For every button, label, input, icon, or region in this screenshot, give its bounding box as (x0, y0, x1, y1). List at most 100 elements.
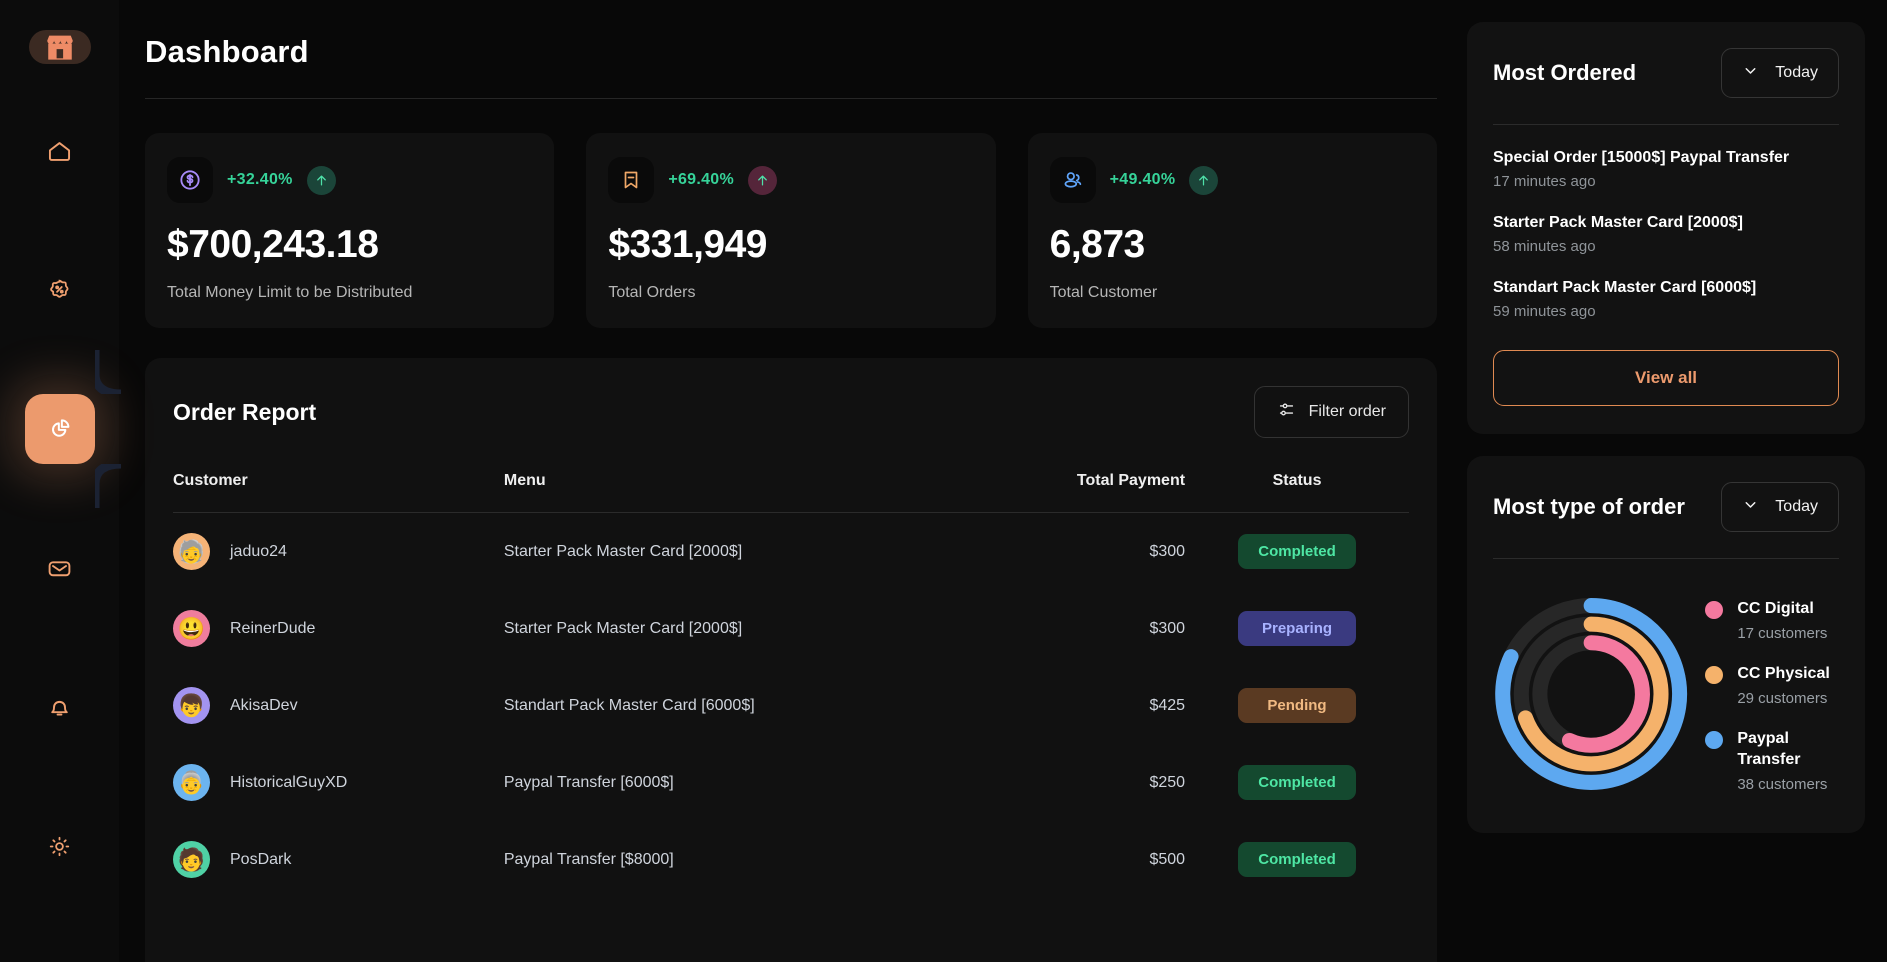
customer-cell: 🧓 jaduo24 (173, 533, 504, 570)
stat-percent: +69.40% (668, 171, 735, 188)
bell-icon (51, 700, 68, 716)
order-table: Customer Menu Total Payment Status 🧓 jad… (173, 464, 1409, 898)
stat-value: 6,873 (1049, 223, 1146, 266)
avatar: 🧑 (173, 841, 210, 878)
home-icon (48, 141, 71, 161)
column-customer: Customer (173, 472, 248, 489)
legend-swatch (1705, 601, 1724, 620)
customer-name: HistoricalGuyXD (230, 773, 348, 791)
status-badge: Pending (1238, 688, 1357, 723)
most-ordered-panel: Most Ordered Today Special Order [15000$… (1467, 22, 1865, 434)
title-divider (145, 98, 1437, 99)
stat-card-money: +32.40% $700,243.18 Total Money Limit to… (145, 133, 555, 328)
stat-card-header: +69.40% (608, 157, 973, 203)
payment-cell: $425 (1149, 696, 1186, 714)
table-row[interactable]: 🧑 PosDark Paypal Transfer [$8000] $500 C… (173, 821, 1409, 898)
order-table-body: 🧓 jaduo24 Starter Pack Master Card [2000… (173, 513, 1409, 899)
most-ordered-period-select[interactable]: Today (1721, 48, 1839, 98)
panel-divider (1493, 558, 1839, 559)
legend-label: CC Physical (1737, 665, 1830, 683)
order-time: 17 minutes ago (1493, 173, 1596, 190)
avatar: 👵 (173, 764, 210, 801)
table-row[interactable]: 😃 ReinerDude Starter Pack Master Card [2… (173, 590, 1409, 667)
status-badge: Completed (1238, 534, 1357, 569)
customer-name: PosDark (230, 850, 292, 868)
main-content: Dashboard +32.40% $700,243.18 Total Mone… (119, 0, 1467, 962)
order-report-header: Order Report Filter order (173, 386, 1409, 438)
customer-name: ReinerDude (230, 619, 316, 637)
sidebar-item-settings[interactable] (25, 811, 95, 881)
most-ordered-item[interactable]: Special Order [15000$] Paypal Transfer 1… (1493, 149, 1839, 190)
trend-up-icon (306, 165, 336, 195)
stat-card-customers: +49.40% 6,873 Total Customer (1027, 133, 1437, 328)
active-notch-top (94, 350, 121, 394)
chevron-down-icon (1742, 496, 1759, 518)
status-badge: Completed (1238, 842, 1357, 877)
legend-item-cc-digital: CC Digital 17 customers (1705, 599, 1839, 642)
most-ordered-item[interactable]: Standart Pack Master Card [6000$] 59 min… (1493, 279, 1839, 320)
most-ordered-header: Most Ordered Today (1493, 48, 1839, 98)
stat-card-header: +32.40% (167, 157, 532, 203)
mail-icon (48, 560, 71, 576)
order-name: Special Order [15000$] Paypal Transfer (1493, 149, 1790, 166)
order-name: Standart Pack Master Card [6000$] (1493, 279, 1757, 296)
order-type-chart-area: CC Digital 17 customers CC Physical 29 c… (1493, 583, 1839, 805)
avatar: 👦 (173, 687, 210, 724)
most-type-period-select[interactable]: Today (1721, 482, 1839, 532)
stat-label: Total Customer (1049, 284, 1158, 301)
most-ordered-item[interactable]: Starter Pack Master Card [2000$] 58 minu… (1493, 214, 1839, 255)
dashboard-app: Dashboard +32.40% $700,243.18 Total Mone… (0, 0, 1887, 962)
bookmark-icon (608, 157, 655, 203)
table-row[interactable]: 👵 HistoricalGuyXD Paypal Transfer [6000$… (173, 744, 1409, 821)
trend-up-icon (748, 165, 778, 195)
period-label: Today (1775, 64, 1818, 81)
filter-order-button[interactable]: Filter order (1253, 386, 1409, 438)
column-menu: Menu (503, 472, 546, 489)
period-label: Today (1775, 498, 1818, 515)
stat-percent: +32.40% (227, 171, 293, 188)
store-icon (46, 35, 73, 60)
legend-label: CC Digital (1737, 600, 1814, 618)
most-ordered-title: Most Ordered (1493, 60, 1637, 85)
order-name: Starter Pack Master Card [2000$] (1493, 214, 1743, 231)
stat-value: $331,949 (608, 223, 767, 266)
order-type-donut-chart (1495, 598, 1688, 790)
legend-swatch (1705, 731, 1724, 749)
order-time: 58 minutes ago (1493, 238, 1596, 255)
table-header-row: Customer Menu Total Payment Status (173, 464, 1409, 513)
right-rail: Most Ordered Today Special Order [15000$… (1467, 0, 1887, 962)
most-type-header: Most type of order Today (1493, 482, 1839, 532)
customer-cell: 😃 ReinerDude (173, 610, 504, 647)
legend-label: Paypal Transfer (1737, 730, 1801, 768)
active-notch-bottom (94, 464, 121, 508)
page-title: Dashboard (145, 34, 309, 69)
view-all-button[interactable]: View all (1493, 350, 1839, 406)
customer-cell: 👵 HistoricalGuyXD (173, 764, 504, 801)
pie-chart-icon (51, 419, 69, 437)
stat-label: Total Money Limit to be Distributed (167, 284, 413, 301)
legend-value: 29 customers (1737, 690, 1828, 707)
stat-cards: +32.40% $700,243.18 Total Money Limit to… (145, 133, 1437, 328)
avatar: 🧓 (173, 533, 210, 570)
donut-arc (1561, 635, 1650, 753)
customer-name: jaduo24 (230, 542, 287, 560)
stat-card-orders: +69.40% $331,949 Total Orders (586, 133, 996, 328)
table-row[interactable]: 🧓 jaduo24 Starter Pack Master Card [2000… (173, 513, 1409, 591)
sidebar-item-home[interactable] (25, 116, 95, 186)
sidebar-item-promotions[interactable] (25, 255, 95, 325)
sidebar-item-messages[interactable] (25, 533, 95, 603)
sidebar-item-notifications[interactable] (25, 672, 95, 742)
column-total-payment: Total Payment (1076, 472, 1186, 489)
status-badge: Preparing (1238, 611, 1357, 646)
sidebar-item-analytics[interactable] (24, 350, 121, 508)
app-logo[interactable] (28, 30, 91, 64)
users-icon (1049, 157, 1096, 203)
menu-cell: Standart Pack Master Card [6000$] (503, 696, 755, 714)
table-row[interactable]: 👦 AkisaDev Standart Pack Master Card [60… (173, 667, 1409, 744)
avatar: 😃 (173, 610, 210, 647)
stat-label: Total Orders (608, 284, 696, 301)
sidebar-item-logout[interactable] (25, 950, 95, 962)
status-badge: Completed (1238, 765, 1357, 800)
legend-item-paypal-transfer: Paypal Transfer 38 customers (1705, 729, 1839, 793)
most-type-title: Most type of order (1493, 494, 1685, 519)
